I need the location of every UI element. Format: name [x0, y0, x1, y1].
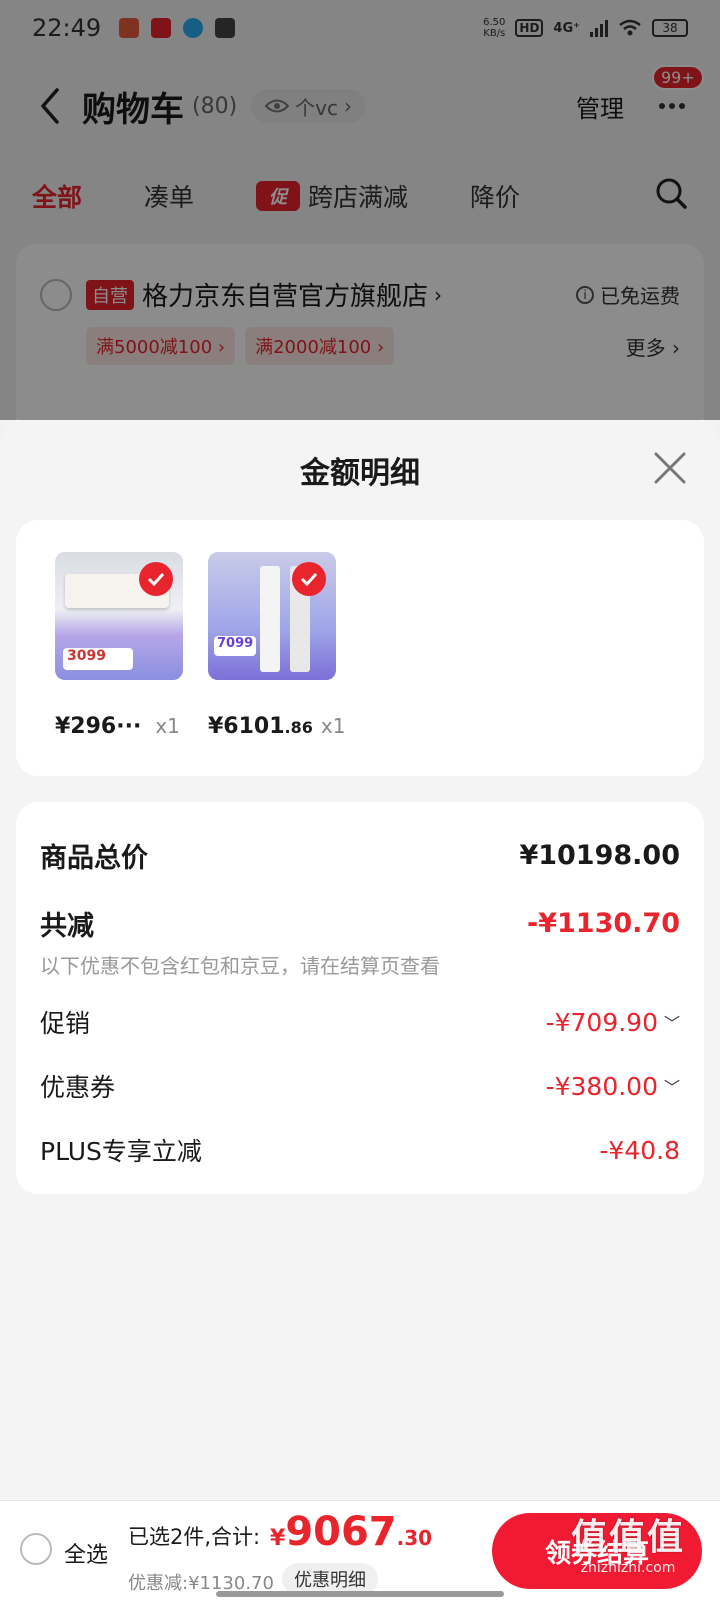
- product-qty: x1: [155, 714, 180, 738]
- discount-note: 以下优惠不包含红包和京豆，请在结算页查看: [40, 954, 440, 978]
- select-all-radio[interactable]: [20, 1533, 52, 1565]
- product-qty: x1: [320, 714, 346, 738]
- promo-value: -¥709.90: [545, 1007, 658, 1037]
- selected-items-card: 3099 ¥296··· x1 7099 ¥6101 .86 x1: [16, 520, 704, 776]
- dim-overlay[interactable]: [0, 0, 720, 420]
- total-label: 商品总价: [40, 843, 148, 874]
- product-image-ac-wall[interactable]: 3099: [55, 552, 183, 680]
- discount-label: 共减: [40, 911, 94, 942]
- product-item[interactable]: 7099 ¥6101 .86 x1: [208, 552, 345, 739]
- close-icon[interactable]: [650, 448, 690, 488]
- total-amount: ¥ 9067 .30: [270, 1509, 433, 1555]
- checked-icon: [292, 562, 326, 596]
- watermark: 值值值 zhizhizhi.com: [570, 1517, 685, 1576]
- row-discount: 共减 -¥1130.70: [40, 904, 680, 943]
- sheet-title: 金额明细: [300, 456, 420, 491]
- coupon-value: -¥380.00: [545, 1071, 658, 1101]
- promo-label: 促销: [40, 1009, 91, 1038]
- price-summary-card: 商品总价 ¥10198.00 共减 -¥1130.70 以下优惠不包含红包和京豆…: [16, 802, 704, 1194]
- product-price: ¥296···: [55, 714, 142, 739]
- coupon-label: 优惠券: [40, 1073, 116, 1102]
- plus-value: -¥40.8: [599, 1135, 680, 1165]
- row-promo[interactable]: 促销 -¥709.90 ﹀: [40, 1004, 680, 1040]
- amount-detail-sheet: 金额明细 3099 ¥296··· x1 7099 ¥6101 .86 x1 商…: [0, 420, 720, 1600]
- row-total: 商品总价 ¥10198.00: [40, 836, 680, 875]
- row-coupon[interactable]: 优惠券 -¥380.00 ﹀: [40, 1068, 680, 1104]
- select-all-label[interactable]: 全选: [64, 1537, 108, 1569]
- plus-label: PLUS专享立减: [40, 1137, 202, 1166]
- product-price-decimal: .86: [284, 718, 313, 737]
- selected-count: 已选2件,合计:: [128, 1525, 261, 1549]
- checked-icon: [139, 562, 173, 596]
- chevron-down-icon[interactable]: ﹀: [664, 1074, 680, 1098]
- product-image-ac-tower[interactable]: 7099: [208, 552, 336, 680]
- row-plus: PLUS专享立减 -¥40.8: [40, 1132, 680, 1168]
- home-indicator[interactable]: [216, 1591, 504, 1597]
- product-item[interactable]: 3099 ¥296··· x1: [55, 552, 185, 739]
- total-value: ¥10198.00: [519, 840, 680, 871]
- discount-value: -¥1130.70: [527, 908, 680, 939]
- chevron-down-icon[interactable]: ﹀: [664, 1010, 680, 1034]
- product-price: ¥6101: [208, 714, 285, 739]
